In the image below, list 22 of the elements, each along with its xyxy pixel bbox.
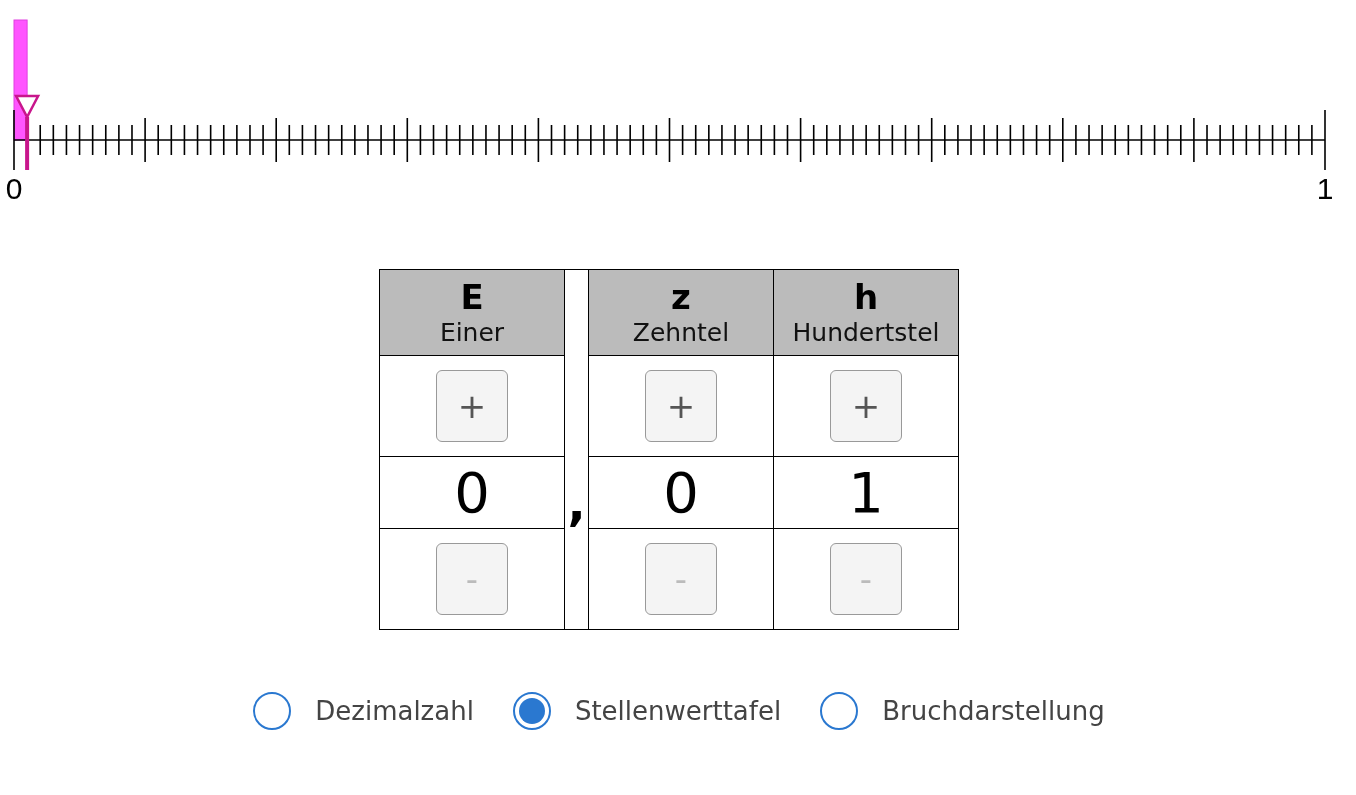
- increment-button[interactable]: +: [436, 370, 508, 442]
- radio-button[interactable]: [820, 692, 859, 730]
- radio-button[interactable]: [512, 692, 551, 730]
- place-name: Hundertstel: [792, 317, 940, 348]
- digit-cell: 0: [589, 457, 774, 529]
- increment-button[interactable]: +: [830, 370, 902, 442]
- increment-button[interactable]: +: [645, 370, 717, 442]
- pointer-handle[interactable]: [14, 94, 41, 170]
- place-name: Zehntel: [632, 317, 730, 348]
- radio-label[interactable]: Bruchdarstellung: [882, 696, 1105, 726]
- radio-button[interactable]: [253, 692, 292, 730]
- place-symbol: z: [671, 277, 691, 316]
- place-symbol: E: [460, 277, 484, 316]
- digit-cell: 1: [774, 457, 959, 529]
- decimal-comma: ,: [567, 479, 586, 527]
- axis-label: 0: [5, 172, 23, 205]
- place-name: Einer: [439, 317, 505, 348]
- radio-label[interactable]: Stellenwerttafel: [574, 696, 782, 726]
- place-symbol: h: [853, 277, 879, 316]
- axis-label: 1: [1316, 172, 1334, 205]
- radio-label[interactable]: Dezimalzahl: [315, 696, 474, 726]
- digit-cell: 0: [380, 457, 565, 529]
